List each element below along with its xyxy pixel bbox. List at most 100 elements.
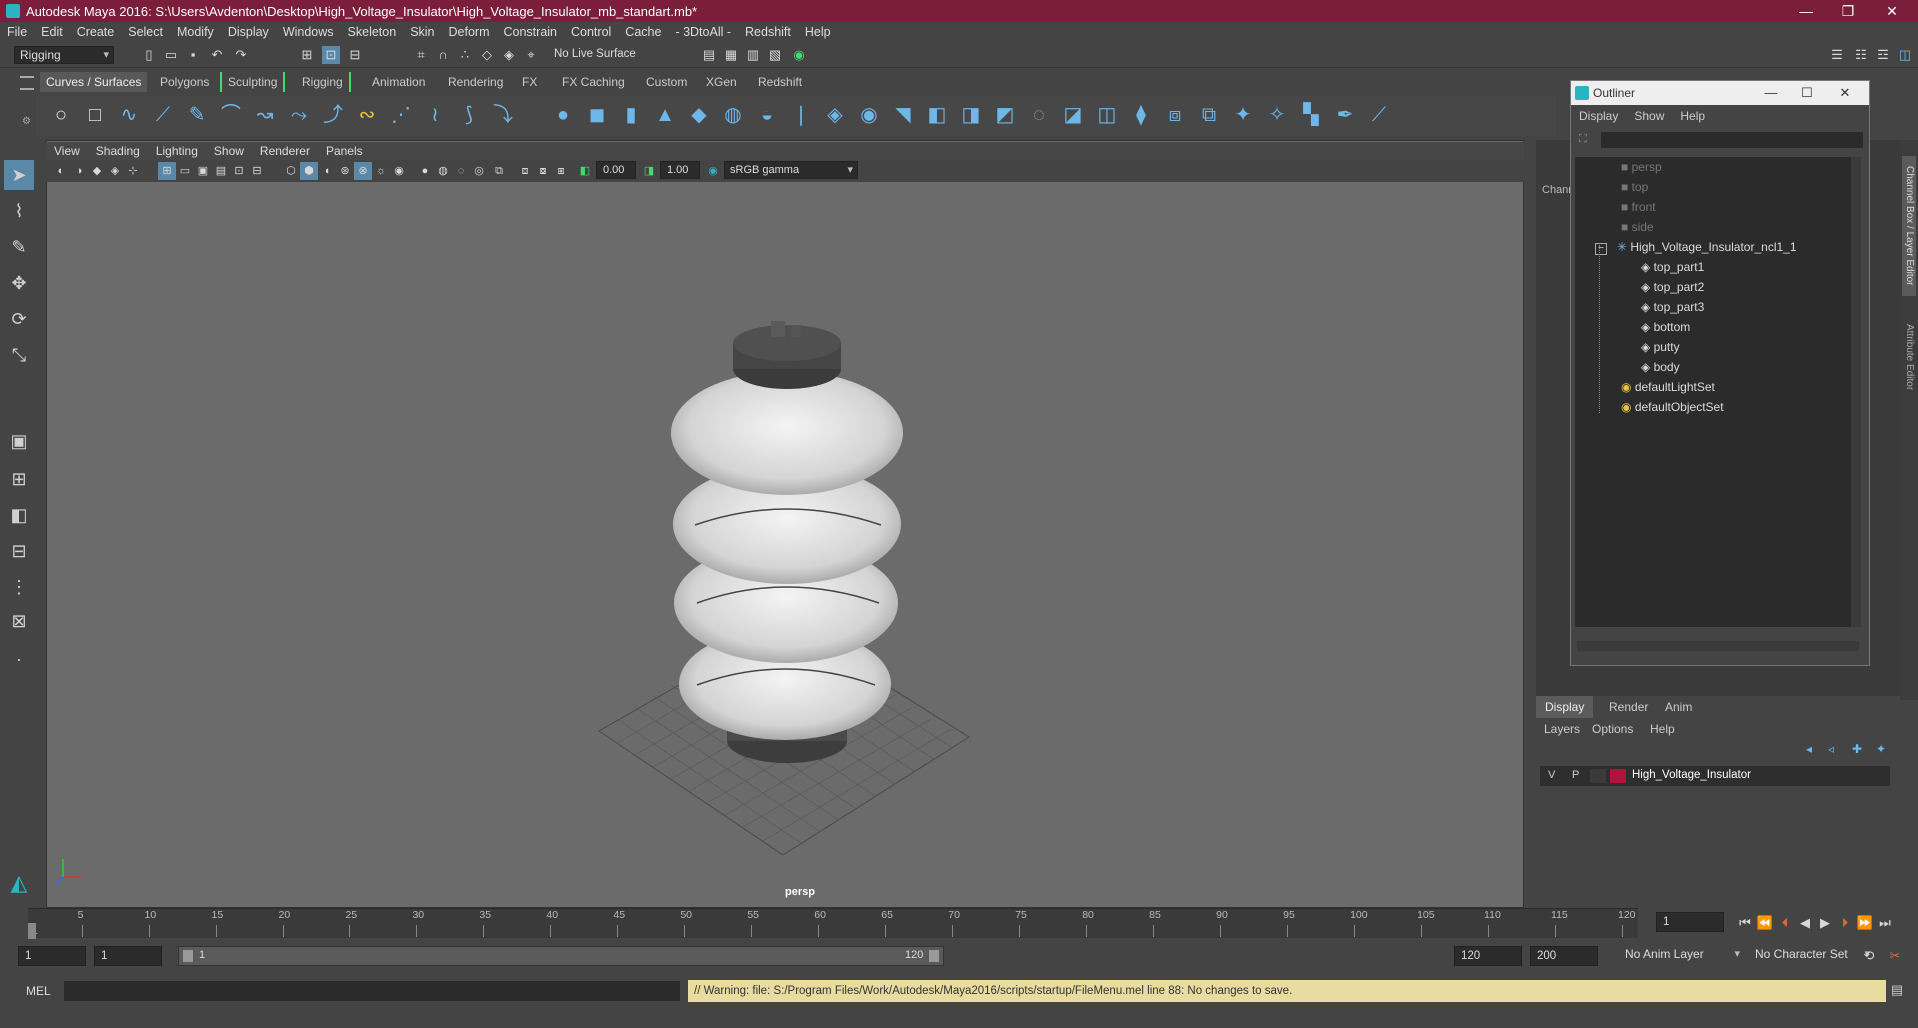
graph-layout-icon[interactable]: ⊠ [4, 606, 34, 636]
layer-tab-display[interactable]: Display [1536, 696, 1594, 718]
tab-custom[interactable]: Custom [640, 72, 693, 92]
outliner-horizontal-scrollbar[interactable] [1577, 641, 1859, 651]
outliner-item-top[interactable]: ■ top [1621, 177, 1648, 197]
move-layer-up-icon[interactable]: ◂ [1806, 742, 1812, 756]
outliner-item-default-object-set[interactable]: ◉ defaultObjectSet [1621, 397, 1724, 417]
current-time-marker[interactable] [28, 923, 36, 939]
outliner-item-top-part2[interactable]: ◈ top_part2 [1641, 277, 1704, 297]
select-object-icon[interactable]: ⊡ [322, 46, 340, 64]
exposure-icon[interactable]: ◧ [576, 162, 594, 180]
range-end-handle[interactable] [929, 950, 939, 962]
make-live-icon[interactable]: ⌖ [522, 46, 540, 64]
smooth-shade-icon[interactable]: ⬢ [300, 162, 318, 180]
select-component-icon[interactable]: ⊟ [346, 46, 364, 64]
outliner-vertical-scrollbar[interactable] [1851, 157, 1861, 627]
menu-cache[interactable]: Cache [618, 25, 668, 39]
detach-curves-icon[interactable]: ⤴ [320, 102, 346, 128]
open-scene-icon[interactable]: ▭ [162, 46, 180, 64]
snap-point-icon[interactable]: ∴ [456, 46, 474, 64]
boundary-icon[interactable]: ◨ [958, 102, 984, 128]
resolution-gate-icon[interactable]: ▣ [194, 162, 212, 180]
menu-modify[interactable]: Modify [170, 25, 221, 39]
revolve-icon[interactable]: ◒ [754, 102, 780, 128]
collapse-icon[interactable]: − [1595, 243, 1607, 255]
command-input[interactable] [64, 981, 680, 1001]
menu-display[interactable]: Display [221, 25, 276, 39]
sculpt-geometry-icon[interactable]: ✒ [1332, 102, 1358, 128]
offset-curve-icon[interactable]: ≀ [422, 102, 448, 128]
intersect-icon[interactable]: ◌ [1026, 102, 1052, 128]
layer-menu-options[interactable]: Options [1592, 722, 1633, 736]
open-close-icon[interactable]: ✧ [1264, 102, 1290, 128]
birail-icon[interactable]: ◥ [890, 102, 916, 128]
outliner-minimize-icon[interactable]: — [1757, 81, 1785, 105]
range-slider[interactable]: 1 120 [178, 946, 944, 966]
isolate-select-icon[interactable]: ⧉ [490, 162, 508, 180]
outliner-close-icon[interactable]: ✕ [1831, 81, 1859, 105]
current-frame-field[interactable]: 1 [1656, 912, 1724, 932]
camera-attributes-icon[interactable]: ◑ [70, 162, 88, 180]
playback-start-field[interactable]: 1 [94, 946, 162, 966]
gate-mask-icon[interactable]: ▤ [212, 162, 230, 180]
perspective-viewport[interactable] [46, 140, 1524, 908]
outliner-item-persp[interactable]: ■ persp [1621, 157, 1662, 177]
scale-tool-icon[interactable]: ⤡ [4, 340, 34, 370]
step-forward-frame-icon[interactable]: ⏵ [1836, 914, 1854, 932]
animation-preferences-icon[interactable]: ✂ [1886, 947, 1904, 965]
playback-end-field[interactable]: 120 [1454, 946, 1522, 966]
pencil-curve-icon[interactable]: ✎ [184, 102, 210, 128]
more-layouts-icon[interactable]: · [4, 644, 34, 674]
screen-space-ao-icon[interactable]: ● [416, 162, 434, 180]
fillet-icon[interactable]: ⧉ [1196, 102, 1222, 128]
toggle-outliner-icon[interactable]: ☰ [1828, 46, 1846, 64]
move-tool-icon[interactable]: ✥ [4, 268, 34, 298]
layer-tab-anim[interactable]: Anim [1656, 696, 1701, 718]
lasso-tool-icon[interactable]: ⌇ [4, 196, 34, 226]
arc-icon[interactable]: ⌒ [218, 102, 244, 128]
layer-row[interactable]: V P High_Voltage_Insulator [1540, 766, 1890, 786]
viewport-menu-view[interactable]: View [46, 144, 88, 158]
animation-start-field[interactable]: 1 [18, 946, 86, 966]
tab-rendering[interactable]: Rendering [442, 72, 509, 92]
command-language-label[interactable]: MEL [26, 984, 51, 998]
cv-curve-icon[interactable]: ∿ [116, 102, 142, 128]
outliner-item-top-part3[interactable]: ◈ top_part3 [1641, 297, 1704, 317]
layer-menu-layers[interactable]: Layers [1544, 722, 1580, 736]
menu-select[interactable]: Select [121, 25, 170, 39]
nurbs-circle-icon[interactable]: ○ [48, 102, 74, 128]
render-view-icon[interactable]: ▤ [700, 46, 718, 64]
tab-polygons[interactable]: Polygons [154, 72, 215, 92]
outliner-item-body[interactable]: ◈ body [1641, 357, 1680, 377]
redo-icon[interactable]: ↷ [232, 46, 250, 64]
snap-curve-icon[interactable]: ∩ [434, 46, 452, 64]
menu-redshift[interactable]: Redshift [738, 25, 798, 39]
two-d-pan-zoom-icon[interactable]: ⊹ [124, 162, 142, 180]
step-back-key-icon[interactable]: ⏪ [1756, 914, 1774, 932]
color-space-dropdown[interactable]: sRGB gamma [724, 161, 858, 179]
outliner-search-field[interactable] [1601, 132, 1863, 148]
layer-tab-render[interactable]: Render [1600, 696, 1657, 718]
tab-channel-box-layer-editor[interactable]: Channel Box / Layer Editor [1902, 156, 1916, 296]
auto-key-icon[interactable]: ⟲ [1860, 947, 1878, 965]
snap-grid-icon[interactable]: ⌗ [412, 46, 430, 64]
menu-constrain[interactable]: Constrain [497, 25, 565, 39]
menu-windows[interactable]: Windows [276, 25, 341, 39]
toggle-tool-settings-icon[interactable]: ☲ [1874, 46, 1892, 64]
extend-surface-icon[interactable]: ▚ [1298, 102, 1324, 128]
attach-curves-icon[interactable]: ⤳ [286, 102, 312, 128]
tab-xgen[interactable]: XGen [700, 72, 743, 92]
xray-icon[interactable]: ⧈ [516, 162, 534, 180]
rebuild-curve-icon[interactable]: ⟆ [456, 102, 482, 128]
shelf-menu-icon[interactable] [20, 76, 34, 90]
restore-icon[interactable]: ❐ [1830, 0, 1866, 22]
go-to-start-icon[interactable]: ⏮ [1736, 914, 1754, 932]
image-plane-icon[interactable]: ◈ [106, 162, 124, 180]
trim-icon[interactable]: ◫ [1094, 102, 1120, 128]
four-view-layout-icon[interactable]: ⊞ [4, 464, 34, 494]
loft-icon[interactable]: ❘ [788, 102, 814, 128]
outliner-item-putty[interactable]: ◈ putty [1641, 337, 1680, 357]
time-slider[interactable]: 1510152025303540455055606570758085909510… [28, 908, 1638, 939]
viewport-menu-lighting[interactable]: Lighting [148, 144, 206, 158]
anti-aliasing-icon[interactable]: ◌ [452, 162, 470, 180]
exposure-field[interactable]: 0.00 [596, 161, 636, 179]
